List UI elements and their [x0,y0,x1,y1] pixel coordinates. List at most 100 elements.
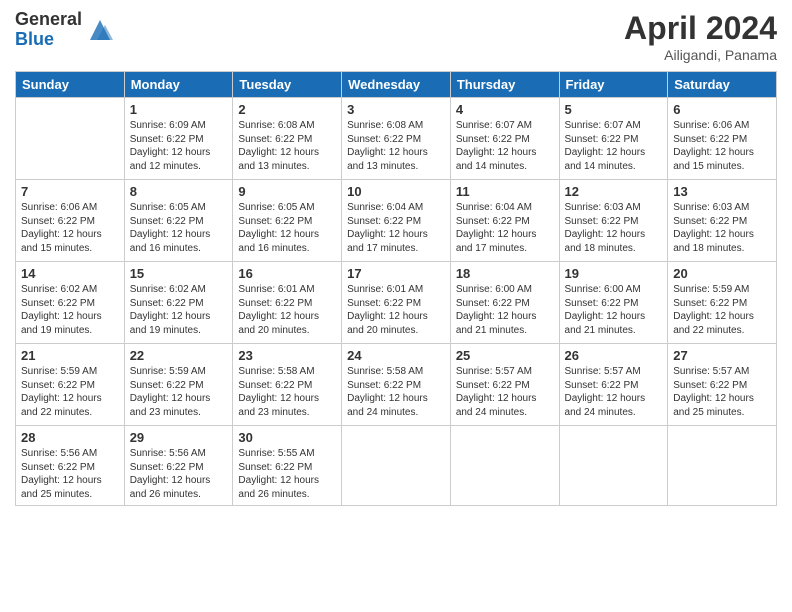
day-info: Sunrise: 6:01 AMSunset: 6:22 PMDaylight:… [238,283,336,337]
day-number: 4 [456,102,554,117]
day-info: Sunrise: 6:01 AMSunset: 6:22 PMDaylight:… [347,283,445,337]
calendar-cell: 20 Sunrise: 5:59 AMSunset: 6:22 PMDayligh… [668,262,777,344]
day-info: Sunrise: 5:59 AMSunset: 6:22 PMDaylight:… [21,365,119,419]
day-info: Sunrise: 5:57 AMSunset: 6:22 PMDaylight:… [456,365,554,419]
calendar-cell: 13Sunrise: 6:03 AMSunset: 6:22 PMDayligh… [668,180,777,262]
calendar-week-row: 21 Sunrise: 5:59 AMSunset: 6:22 PMDayligh… [16,344,777,426]
calendar-cell: 27Sunrise: 5:57 AMSunset: 6:22 PMDayligh… [668,344,777,426]
month-title: April 2024 [624,10,777,47]
day-number: 5 [565,102,663,117]
calendar-week-row: 1 Sunrise: 6:09 AMSunset: 6:22 PMDaylight… [16,98,777,180]
calendar-cell: 19 Sunrise: 6:00 AMSunset: 6:22 PMDayligh… [559,262,668,344]
calendar-cell: 3 Sunrise: 6:08 AMSunset: 6:22 PMDaylight… [342,98,451,180]
day-info: Sunrise: 5:57 AMSunset: 6:22 PMDaylight:… [565,365,663,419]
calendar-cell [668,426,777,506]
calendar-body: 1 Sunrise: 6:09 AMSunset: 6:22 PMDaylight… [16,98,777,506]
day-number: 2 [238,102,336,117]
calendar-header-friday: Friday [559,72,668,98]
day-info: Sunrise: 6:07 AMSunset: 6:22 PMDaylight:… [565,119,663,173]
day-number: 25 [456,348,554,363]
location: Ailigandi, Panama [624,47,777,63]
day-info: Sunrise: 5:59 AMSunset: 6:22 PMDaylight:… [673,283,771,337]
calendar-cell: 29 Sunrise: 5:56 AMSunset: 6:22 PMDayligh… [124,426,233,506]
calendar-cell: 4 Sunrise: 6:07 AMSunset: 6:22 PMDaylight… [450,98,559,180]
day-info: Sunrise: 6:05 AMSunset: 6:22 PMDaylight:… [238,201,336,255]
calendar-container: General Blue April 2024 Ailigandi, Panam… [0,0,792,612]
day-info: Sunrise: 6:08 AMSunset: 6:22 PMDaylight:… [238,119,336,173]
calendar-cell: 17Sunrise: 6:01 AMSunset: 6:22 PMDayligh… [342,262,451,344]
calendar-cell: 6Sunrise: 6:06 AMSunset: 6:22 PMDaylight… [668,98,777,180]
calendar-cell: 30 Sunrise: 5:55 AMSunset: 6:22 PMDayligh… [233,426,342,506]
calendar-cell: 24Sunrise: 5:58 AMSunset: 6:22 PMDayligh… [342,344,451,426]
day-number: 30 [238,430,336,445]
day-info: Sunrise: 5:58 AMSunset: 6:22 PMDaylight:… [238,365,336,419]
day-number: 28 [21,430,119,445]
day-number: 13 [673,184,771,199]
header: General Blue April 2024 Ailigandi, Panam… [15,10,777,63]
day-info: Sunrise: 6:09 AMSunset: 6:22 PMDaylight:… [130,119,228,173]
calendar-cell: 25 Sunrise: 5:57 AMSunset: 6:22 PMDayligh… [450,344,559,426]
day-info: Sunrise: 6:07 AMSunset: 6:22 PMDaylight:… [456,119,554,173]
day-number: 23 [238,348,336,363]
logo: General Blue [15,10,115,50]
day-number: 21 [21,348,119,363]
calendar-cell: 15Sunrise: 6:02 AMSunset: 6:22 PMDayligh… [124,262,233,344]
day-info: Sunrise: 6:06 AMSunset: 6:22 PMDaylight:… [21,201,119,255]
calendar-header-sunday: Sunday [16,72,125,98]
calendar-cell: 23 Sunrise: 5:58 AMSunset: 6:22 PMDayligh… [233,344,342,426]
day-info: Sunrise: 5:55 AMSunset: 6:22 PMDaylight:… [238,447,336,501]
day-number: 16 [238,266,336,281]
calendar-cell: 22 Sunrise: 5:59 AMSunset: 6:22 PMDayligh… [124,344,233,426]
day-number: 9 [238,184,336,199]
calendar-header-tuesday: Tuesday [233,72,342,98]
calendar-header-monday: Monday [124,72,233,98]
day-number: 29 [130,430,228,445]
calendar-cell: 21 Sunrise: 5:59 AMSunset: 6:22 PMDayligh… [16,344,125,426]
day-number: 3 [347,102,445,117]
day-info: Sunrise: 6:00 AMSunset: 6:22 PMDaylight:… [565,283,663,337]
day-number: 10 [347,184,445,199]
logo-blue-text: Blue [15,30,82,50]
calendar-cell: 26Sunrise: 5:57 AMSunset: 6:22 PMDayligh… [559,344,668,426]
calendar-cell: 2 Sunrise: 6:08 AMSunset: 6:22 PMDaylight… [233,98,342,180]
day-info: Sunrise: 6:06 AMSunset: 6:22 PMDaylight:… [673,119,771,173]
calendar-header-saturday: Saturday [668,72,777,98]
day-number: 11 [456,184,554,199]
calendar-header-row: SundayMondayTuesdayWednesdayThursdayFrid… [16,72,777,98]
day-number: 7 [21,184,119,199]
day-number: 1 [130,102,228,117]
day-info: Sunrise: 5:56 AMSunset: 6:22 PMDaylight:… [130,447,228,501]
day-number: 27 [673,348,771,363]
day-number: 12 [565,184,663,199]
calendar-cell [450,426,559,506]
day-number: 19 [565,266,663,281]
day-number: 20 [673,266,771,281]
day-info: Sunrise: 6:08 AMSunset: 6:22 PMDaylight:… [347,119,445,173]
day-info: Sunrise: 5:58 AMSunset: 6:22 PMDaylight:… [347,365,445,419]
calendar-week-row: 28 Sunrise: 5:56 AMSunset: 6:22 PMDayligh… [16,426,777,506]
day-info: Sunrise: 5:59 AMSunset: 6:22 PMDaylight:… [130,365,228,419]
day-info: Sunrise: 6:02 AMSunset: 6:22 PMDaylight:… [130,283,228,337]
calendar-cell: 8Sunrise: 6:05 AMSunset: 6:22 PMDaylight… [124,180,233,262]
calendar-cell: 1 Sunrise: 6:09 AMSunset: 6:22 PMDaylight… [124,98,233,180]
calendar-cell: 16 Sunrise: 6:01 AMSunset: 6:22 PMDayligh… [233,262,342,344]
calendar-cell: 9 Sunrise: 6:05 AMSunset: 6:22 PMDaylight… [233,180,342,262]
logo-icon [85,15,115,45]
calendar-week-row: 7 Sunrise: 6:06 AMSunset: 6:22 PMDaylight… [16,180,777,262]
day-info: Sunrise: 6:03 AMSunset: 6:22 PMDaylight:… [565,201,663,255]
calendar-header-wednesday: Wednesday [342,72,451,98]
calendar-cell: 7 Sunrise: 6:06 AMSunset: 6:22 PMDaylight… [16,180,125,262]
day-number: 14 [21,266,119,281]
calendar-week-row: 14 Sunrise: 6:02 AMSunset: 6:22 PMDayligh… [16,262,777,344]
calendar-cell: 10 Sunrise: 6:04 AMSunset: 6:22 PMDayligh… [342,180,451,262]
day-number: 8 [130,184,228,199]
day-info: Sunrise: 6:04 AMSunset: 6:22 PMDaylight:… [347,201,445,255]
calendar-cell: 11Sunrise: 6:04 AMSunset: 6:22 PMDayligh… [450,180,559,262]
calendar-cell [16,98,125,180]
calendar-cell: 18Sunrise: 6:00 AMSunset: 6:22 PMDayligh… [450,262,559,344]
calendar-cell [342,426,451,506]
calendar-cell: 12 Sunrise: 6:03 AMSunset: 6:22 PMDayligh… [559,180,668,262]
day-info: Sunrise: 6:00 AMSunset: 6:22 PMDaylight:… [456,283,554,337]
title-section: April 2024 Ailigandi, Panama [624,10,777,63]
day-number: 22 [130,348,228,363]
